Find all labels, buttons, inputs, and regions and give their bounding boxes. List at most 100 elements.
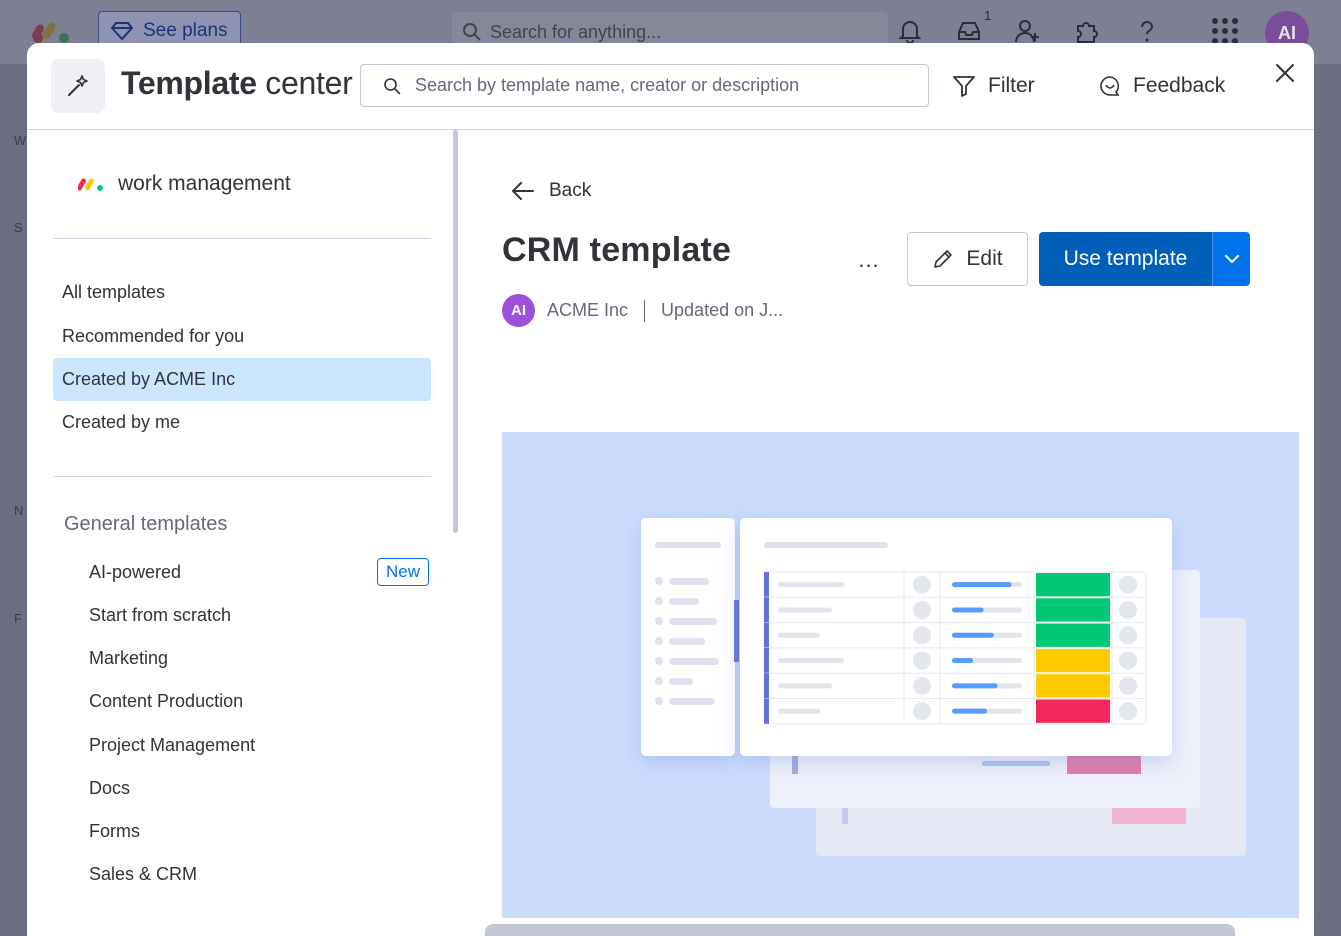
template-center-title: Template center — [121, 65, 353, 102]
middle-card-bar — [792, 756, 798, 774]
list-dot — [655, 597, 663, 605]
category-label: Start from scratch — [89, 604, 232, 625]
help-icon[interactable] — [1134, 18, 1160, 44]
feedback-label: Feedback — [1133, 74, 1226, 97]
category-content-production[interactable]: Content Production — [89, 683, 429, 719]
template-search-input[interactable] — [415, 75, 895, 96]
bg-side-letter: S — [14, 220, 23, 235]
row-progress-fill — [952, 658, 973, 664]
row-status — [1036, 699, 1110, 723]
nav-all-templates[interactable]: All templates — [53, 271, 431, 314]
row-name — [778, 582, 844, 588]
row-status — [1036, 573, 1110, 597]
category-forms[interactable]: Forms — [89, 813, 429, 849]
filter-button[interactable]: Filter — [952, 69, 1035, 103]
sidebar-divider — [53, 238, 431, 239]
row-status — [1036, 598, 1110, 622]
row-progress-fill — [952, 683, 998, 689]
list-line — [669, 638, 705, 645]
chevron-down-icon — [1224, 254, 1239, 263]
back-label: Back — [549, 180, 592, 201]
search-icon — [463, 23, 481, 41]
main-horizontal-scrollbar[interactable] — [485, 924, 1235, 936]
category-sales-crm[interactable]: Sales & CRM — [89, 856, 429, 892]
row-end-circle — [1119, 600, 1137, 619]
puzzle-icon[interactable] — [1074, 18, 1100, 44]
template-center-modal: Template center Filter Feedback work man… — [27, 43, 1314, 936]
category-label: Content Production — [89, 690, 244, 711]
bg-side-letter: F — [14, 611, 22, 626]
inbox-icon[interactable] — [956, 18, 982, 44]
left-panel-heading — [655, 542, 721, 548]
row-status — [1036, 674, 1110, 698]
template-search[interactable] — [360, 64, 929, 107]
row-status — [1036, 648, 1110, 673]
back-card-status — [1112, 808, 1186, 824]
row-avatar — [913, 600, 931, 619]
category-docs[interactable]: Docs — [89, 770, 429, 806]
list-dot — [655, 677, 663, 685]
more-options-button[interactable]: ... — [851, 243, 887, 277]
category-label: Project Management — [89, 734, 256, 755]
creator-name[interactable]: ACME Inc — [547, 300, 628, 321]
list-dot — [655, 637, 663, 645]
row-progress-fill — [952, 632, 994, 638]
row-accent — [764, 673, 769, 699]
use-template-dropdown[interactable] — [1212, 232, 1250, 286]
row-end-circle — [1119, 702, 1137, 721]
middle-card-status — [1067, 756, 1141, 774]
pencil-icon — [934, 250, 953, 268]
back-button[interactable]: Back — [511, 180, 591, 202]
edit-label: Edit — [966, 247, 1003, 270]
bell-icon[interactable] — [897, 18, 923, 44]
search-icon — [384, 77, 401, 94]
category-marketing[interactable]: Marketing — [89, 640, 429, 676]
front-card-rows — [763, 571, 1147, 725]
board-illustration — [641, 518, 1246, 856]
edit-button[interactable]: Edit — [907, 232, 1028, 286]
nav-created-by-acme[interactable]: Created by ACME Inc — [53, 358, 431, 401]
category-label: AI-powered — [89, 561, 182, 582]
row-name — [778, 683, 832, 689]
row-progress-fill — [952, 582, 1012, 588]
creator-avatar: AI — [502, 294, 535, 327]
row-accent — [764, 698, 769, 724]
use-template-button[interactable]: Use template — [1039, 232, 1212, 286]
feedback-button[interactable]: Feedback — [1099, 69, 1225, 103]
row-name — [778, 632, 820, 638]
front-card-heading — [764, 542, 888, 548]
list-line — [669, 598, 699, 605]
list-line — [669, 678, 693, 685]
category-project-management[interactable]: Project Management — [89, 727, 429, 763]
bg-side-letter: N — [14, 503, 24, 518]
category-start-from-scratch[interactable]: Start from scratch — [89, 597, 429, 633]
monday-logo-icon — [32, 22, 69, 43]
left-panel-card — [641, 518, 735, 756]
category-label: Forms — [89, 820, 140, 841]
filter-label: Filter — [988, 74, 1035, 97]
template-meta: AI ACME Inc Updated on J... — [502, 294, 783, 327]
nav-recommended[interactable]: Recommended for you — [53, 315, 431, 358]
row-avatar — [913, 575, 931, 594]
category-label: Marketing — [89, 647, 169, 668]
row-end-circle — [1119, 676, 1137, 695]
invite-user-icon[interactable] — [1014, 18, 1040, 44]
list-line — [669, 578, 709, 585]
category-ai-powered[interactable]: AI-powered New — [89, 554, 429, 590]
inbox-badge: 1 — [984, 8, 992, 23]
title-bold: Template — [121, 65, 257, 101]
category-label: Docs — [89, 777, 131, 798]
nav-created-by-me[interactable]: Created by me — [53, 401, 431, 444]
sidebar-scrollbar[interactable] — [453, 130, 458, 533]
brand-label: work management — [118, 172, 291, 195]
row-end-circle — [1119, 626, 1137, 645]
close-button[interactable] — [1271, 59, 1299, 87]
see-plans-label: See plans — [143, 20, 228, 41]
template-sidebar: work management All templates Recommende… — [27, 130, 458, 936]
template-center-icon-box — [51, 59, 105, 113]
list-line — [669, 618, 717, 625]
row-status — [1036, 623, 1110, 647]
row-avatar — [913, 626, 931, 645]
meta-separator — [644, 299, 646, 322]
apps-grid-icon[interactable] — [1210, 16, 1240, 46]
